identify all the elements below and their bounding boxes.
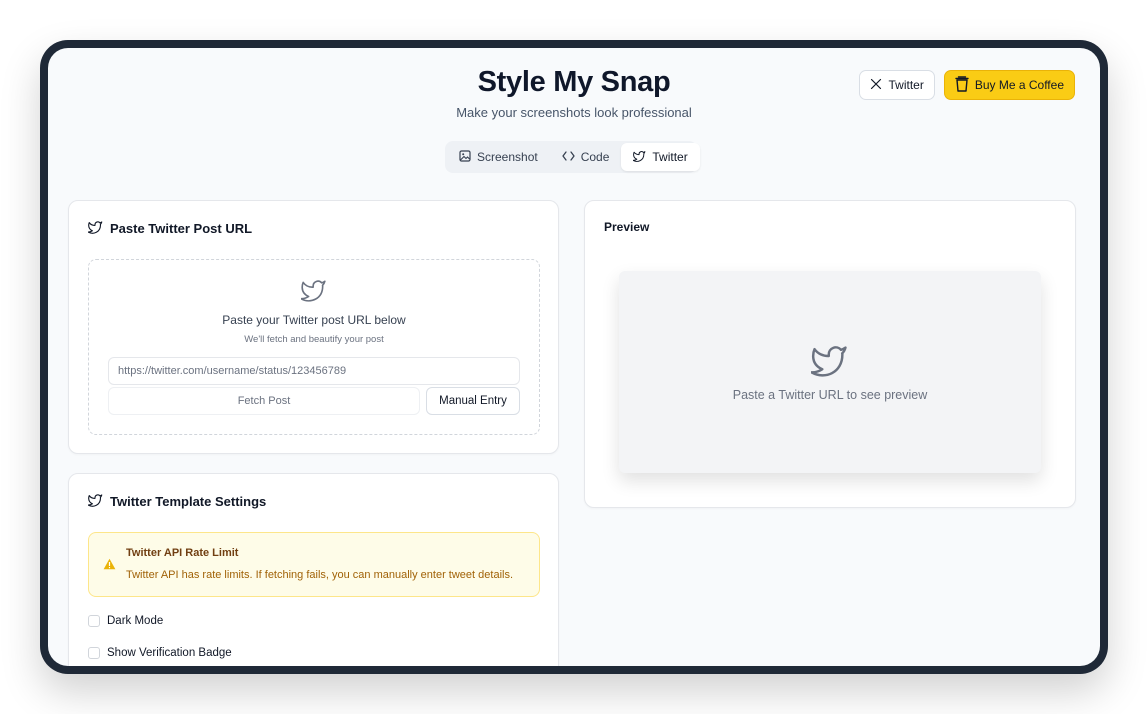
buy-coffee-button[interactable]: Buy Me a Coffee	[943, 70, 1075, 100]
image-icon	[459, 149, 471, 165]
dark-mode-label: Dark Mode	[107, 615, 164, 627]
url-card-title: Paste Twitter Post URL	[110, 221, 253, 236]
code-icon	[562, 150, 575, 164]
verification-badge-checkbox[interactable]	[88, 647, 100, 659]
url-card-header: Paste Twitter Post URL	[87, 220, 253, 237]
preview-placeholder-text: Paste a Twitter URL to see preview	[732, 388, 928, 402]
dropzone-text: Paste your Twitter post URL below	[222, 313, 406, 327]
dropzone-subtext: We'll fetch and beautify your post	[244, 334, 384, 345]
alert-title: Twitter API Rate Limit	[126, 547, 239, 559]
rate-limit-alert: Twitter API Rate Limit Twitter API has r…	[88, 532, 540, 597]
option-dark-mode[interactable]: Dark Mode	[88, 615, 163, 627]
twitter-icon	[619, 343, 1041, 382]
twitter-link-button[interactable]: Twitter	[859, 70, 935, 100]
app-screen: Style My Snap Make your screenshots look…	[48, 48, 1100, 666]
page-subtitle: Make your screenshots look professional	[456, 105, 692, 120]
twitter-button-label: Twitter	[888, 78, 924, 92]
twitter-icon	[632, 150, 646, 165]
header-actions: Twitter Buy Me a Coffee	[859, 70, 1075, 100]
twitter-icon	[87, 493, 103, 510]
twitter-icon	[87, 220, 103, 237]
url-card: Paste Twitter Post URL Paste your Twitte…	[68, 200, 559, 454]
url-dropzone: Paste your Twitter post URL below We'll …	[88, 259, 540, 435]
warning-icon	[103, 557, 116, 575]
option-verification-badge[interactable]: Show Verification Badge	[88, 647, 232, 659]
mode-tabs: Screenshot Code Twitter	[445, 141, 700, 173]
dark-mode-checkbox[interactable]	[88, 615, 100, 627]
coffee-button-label: Buy Me a Coffee	[974, 78, 1064, 92]
x-logo-icon	[870, 78, 882, 93]
settings-card: Twitter Template Settings Twitter API Ra…	[68, 473, 559, 666]
settings-card-title: Twitter Template Settings	[110, 494, 267, 509]
preview-area: Paste a Twitter URL to see preview	[619, 271, 1041, 473]
device-frame: Style My Snap Make your screenshots look…	[40, 40, 1108, 674]
tab-twitter[interactable]: Twitter	[621, 143, 700, 171]
tab-code[interactable]: Code	[550, 143, 622, 171]
tab-code-label: Code	[580, 150, 610, 164]
verification-badge-label: Show Verification Badge	[107, 647, 232, 659]
tab-twitter-label: Twitter	[652, 150, 688, 164]
settings-card-header: Twitter Template Settings	[87, 493, 267, 510]
tab-screenshot[interactable]: Screenshot	[447, 143, 550, 171]
fetch-post-button[interactable]: Fetch Post	[108, 387, 420, 415]
manual-entry-button[interactable]: Manual Entry	[426, 387, 520, 415]
preview-card: Preview Paste a Twitter URL to see previ…	[584, 200, 1076, 508]
coffee-cup-icon	[955, 75, 969, 95]
alert-description: Twitter API has rate limits. If fetching…	[126, 569, 514, 581]
tab-screenshot-label: Screenshot	[477, 150, 538, 164]
preview-title: Preview	[604, 220, 650, 234]
tweet-url-input[interactable]	[108, 357, 520, 385]
twitter-icon	[89, 278, 539, 307]
